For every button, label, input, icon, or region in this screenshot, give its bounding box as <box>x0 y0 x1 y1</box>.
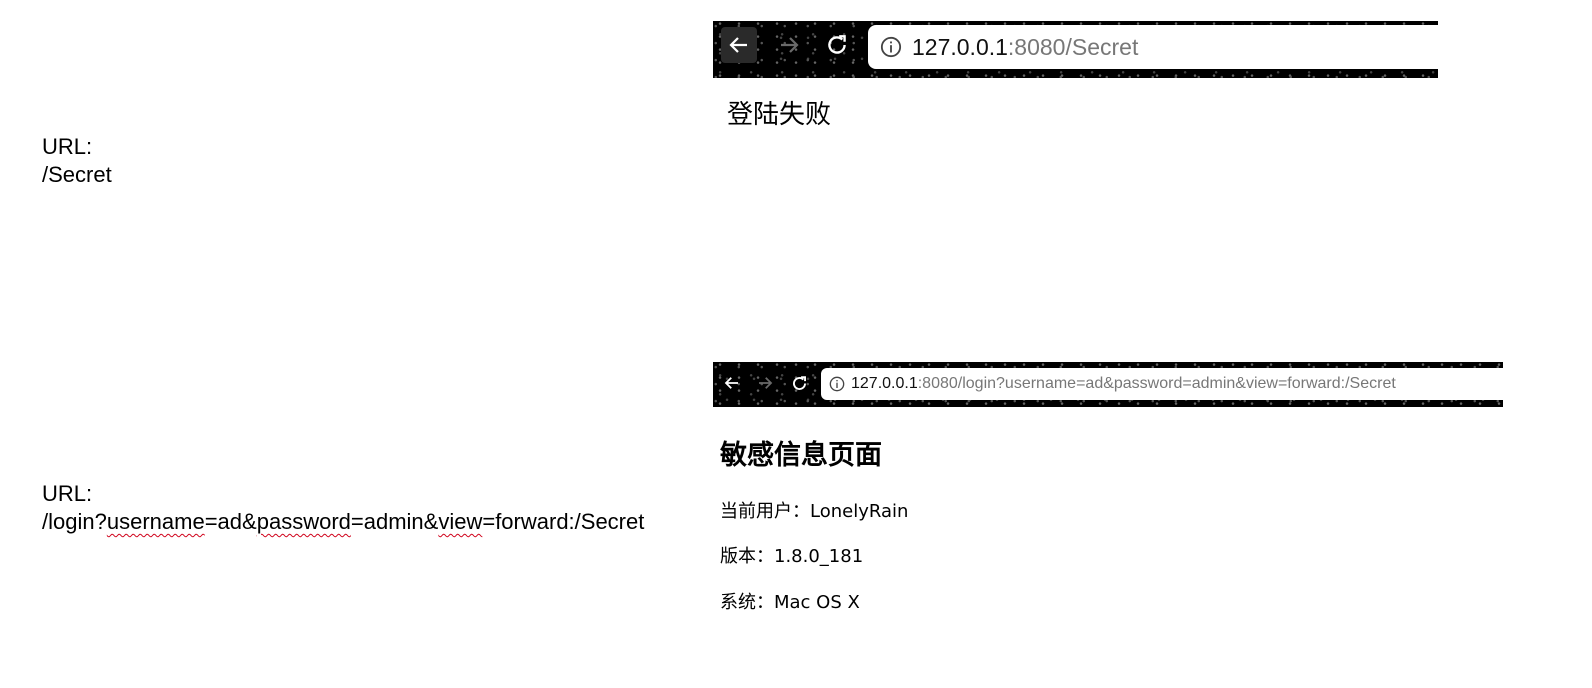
url-annotation-login: URL: /login?username=ad&password=admin&v… <box>42 480 644 536</box>
url-path: /Secret <box>42 162 112 187</box>
url-label: URL: <box>42 134 93 159</box>
info-system: 系统：Mac OS X <box>720 592 860 613</box>
forward-arrow-icon <box>759 377 773 389</box>
info-icon[interactable] <box>880 36 902 58</box>
back-button[interactable] <box>718 369 746 397</box>
browser-toolbar-1: 127.0.0.1:8080/Secret <box>713 21 1438 78</box>
url-label: URL: <box>42 481 93 506</box>
reload-icon <box>828 35 846 54</box>
url-path: :8080/Secret <box>1007 33 1139 60</box>
reload-button[interactable] <box>785 369 813 397</box>
spellcheck-word: username <box>106 509 205 534</box>
spellcheck-word: view <box>438 509 483 534</box>
url-path: /login?username=ad&password=admin&view=f… <box>42 509 645 534</box>
login-failed-message: 登陆失败 <box>727 100 832 130</box>
sensitive-info-title: 敏感信息页面 <box>720 440 882 471</box>
address-bar[interactable]: 127.0.0.1:8080/login?username=ad&passwor… <box>821 368 1503 400</box>
back-arrow-icon <box>724 377 738 389</box>
url-annotation-secret: URL: /Secret <box>42 133 112 189</box>
info-icon[interactable] <box>829 376 845 392</box>
back-arrow-icon <box>729 37 747 53</box>
info-current-user: 当前用户：LonelyRain <box>720 501 909 522</box>
forward-arrow-icon <box>781 37 799 53</box>
url-path: :8080/login?username=ad&password=admin&v… <box>917 375 1396 392</box>
url-host: 127.0.0.1 <box>851 375 918 392</box>
reload-icon <box>792 375 806 390</box>
back-button[interactable] <box>721 27 757 63</box>
browser-toolbar-2: 127.0.0.1:8080/login?username=ad&passwor… <box>713 362 1503 407</box>
forward-button[interactable] <box>751 369 779 397</box>
reload-button[interactable] <box>819 27 855 63</box>
forward-button[interactable] <box>771 27 807 63</box>
spellcheck-word: password <box>256 509 351 534</box>
address-bar[interactable]: 127.0.0.1:8080/Secret <box>868 25 1438 69</box>
info-version: 版本：1.8.0_181 <box>720 546 864 567</box>
url-host: 127.0.0.1 <box>912 33 1008 60</box>
